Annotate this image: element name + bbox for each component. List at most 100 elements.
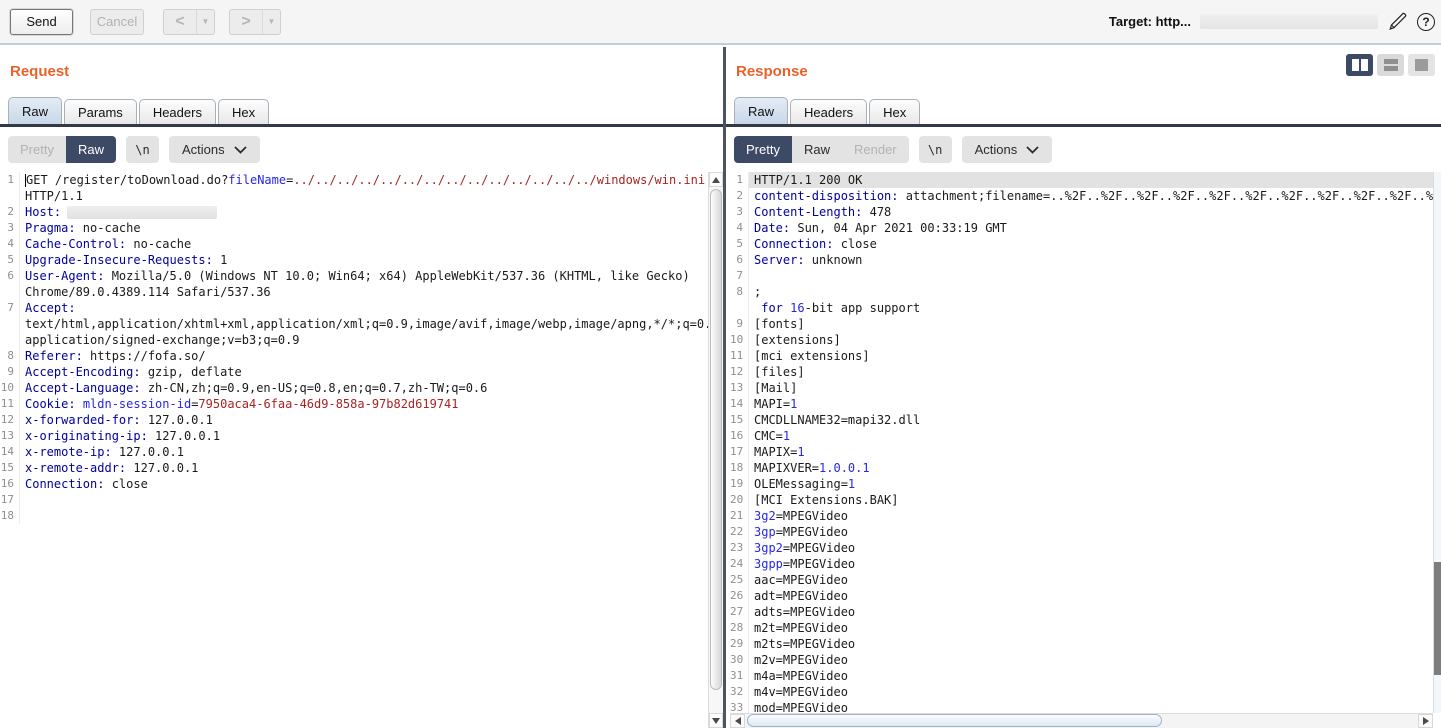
response-editor[interactable]: 1HTTP/1.1 200 OK2content-disposition: at…	[730, 172, 1433, 713]
response-actions-label: Actions	[975, 142, 1018, 157]
request-title: Request	[10, 63, 69, 80]
request-editor-area: 1GET /register/toDownload.do?fileName=..…	[0, 172, 723, 728]
response-newline-toggle[interactable]: \n	[919, 136, 952, 163]
send-button[interactable]: Send	[10, 9, 73, 35]
code-line: 17	[0, 492, 708, 508]
single-view-button[interactable]	[1408, 54, 1435, 76]
line-number: 13	[730, 380, 749, 396]
code-line: 33mod=MPEGVideo	[730, 700, 1433, 713]
request-tab-hex[interactable]: Hex	[218, 99, 269, 124]
code-line: 1GET /register/toDownload.do?fileName=..…	[0, 172, 708, 188]
response-horizontal-scrollbar[interactable]	[730, 713, 1433, 728]
line-number: 23	[730, 540, 749, 556]
line-number: 33	[730, 700, 749, 713]
scroll-left-button[interactable]	[730, 714, 745, 728]
code-line: 213g2=MPEGVideo	[730, 508, 1433, 524]
arrow-up-icon	[712, 177, 720, 183]
code-line: 8;	[730, 284, 1433, 300]
line-number: 13	[0, 428, 20, 444]
line-number: 17	[730, 444, 749, 460]
back-dropdown-icon[interactable]: ▼	[197, 10, 214, 34]
code-line: 10[extensions]	[730, 332, 1433, 348]
response-render-button[interactable]: Render	[842, 136, 909, 163]
request-tab-params[interactable]: Params	[64, 99, 137, 124]
response-actions-button[interactable]: Actions	[962, 136, 1053, 163]
scroll-up-button[interactable]	[709, 172, 723, 187]
line-number: 7	[730, 268, 749, 284]
code-line: 4Date: Sun, 04 Apr 2021 00:33:19 GMT	[730, 220, 1433, 236]
response-tab-hex[interactable]: Hex	[869, 99, 920, 124]
code-line: 14x-remote-ip: 127.0.0.1	[0, 444, 708, 460]
request-tab-headers[interactable]: Headers	[139, 99, 216, 124]
code-line: 14MAPI=1	[730, 396, 1433, 412]
request-scroll-thumb[interactable]	[710, 189, 722, 690]
response-vertical-scrollbar[interactable]	[1433, 172, 1441, 713]
request-vertical-scrollbar[interactable]	[708, 172, 723, 728]
request-actions-button[interactable]: Actions	[169, 136, 260, 163]
line-number: 4	[0, 236, 20, 252]
response-tab-raw[interactable]: Raw	[734, 97, 788, 124]
line-number	[0, 316, 20, 332]
response-tab-headers[interactable]: Headers	[790, 99, 867, 124]
request-editor[interactable]: 1GET /register/toDownload.do?fileName=..…	[0, 172, 708, 728]
columns-view-button[interactable]	[1346, 54, 1373, 76]
code-line: 17MAPIX=1	[730, 444, 1433, 460]
code-line: 5Connection: close	[730, 236, 1433, 252]
help-icon: ?	[1417, 13, 1435, 31]
line-number: 11	[0, 396, 20, 412]
line-number: 22	[730, 524, 749, 540]
code-line: 9Accept-Encoding: gzip, deflate	[0, 364, 708, 380]
request-pretty-button[interactable]: Pretty	[8, 136, 66, 163]
layout-view-buttons	[1346, 54, 1435, 76]
line-number: 29	[730, 636, 749, 652]
scroll-right-button[interactable]	[1418, 714, 1433, 728]
line-number: 7	[0, 300, 20, 316]
line-number: 1	[730, 172, 749, 188]
line-number	[0, 284, 20, 300]
code-line: 18MAPIXVER=1.0.0.1	[730, 460, 1433, 476]
help-button[interactable]: ?	[1417, 13, 1435, 31]
code-line: 6User-Agent: Mozilla/5.0 (Windows NT 10.…	[0, 268, 708, 284]
stacked-view-button[interactable]	[1377, 54, 1404, 76]
code-line: 29m2ts=MPEGVideo	[730, 636, 1433, 652]
line-number: 2	[0, 204, 20, 220]
request-raw-button[interactable]: Raw	[66, 136, 116, 163]
line-number: 1	[0, 172, 20, 188]
back-button[interactable]: < ▼	[163, 9, 215, 35]
line-number: 16	[730, 428, 749, 444]
code-line: 10Accept-Language: zh-CN,zh;q=0.9,en-US;…	[0, 380, 708, 396]
line-number: 11	[730, 348, 749, 364]
response-scroll-thumb[interactable]	[1434, 562, 1441, 676]
line-number: 8	[0, 348, 20, 364]
request-newline-toggle[interactable]: \n	[126, 136, 159, 163]
cancel-button[interactable]: Cancel	[90, 9, 144, 35]
forward-dropdown-icon[interactable]: ▼	[263, 10, 280, 34]
response-pretty-button[interactable]: Pretty	[734, 136, 792, 163]
line-number: 8	[730, 284, 749, 300]
code-line: 16CMC=1	[730, 428, 1433, 444]
code-line: 223gp=MPEGVideo	[730, 524, 1433, 540]
code-line: 11Cookie: mldn-session-id=7950aca4-6faa-…	[0, 396, 708, 412]
line-number: 28	[730, 620, 749, 636]
response-tabline	[726, 124, 1441, 127]
edit-target-button[interactable]	[1387, 11, 1408, 32]
line-number: 26	[730, 588, 749, 604]
scroll-down-button[interactable]	[709, 713, 723, 728]
code-line: 243gpp=MPEGVideo	[730, 556, 1433, 572]
line-number: 32	[730, 684, 749, 700]
line-number: 16	[0, 476, 20, 492]
response-mode-group: Pretty Raw Render	[734, 136, 909, 163]
request-tab-raw[interactable]: Raw	[8, 97, 62, 124]
forward-button[interactable]: > ▼	[229, 9, 281, 35]
code-line: 4Cache-Control: no-cache	[0, 236, 708, 252]
request-subtoolbar: Pretty Raw \n Actions	[8, 136, 260, 163]
line-number: 10	[730, 332, 749, 348]
response-hscroll-thumb[interactable]	[747, 714, 1162, 727]
pencil-icon	[1387, 11, 1408, 32]
response-raw-button[interactable]: Raw	[792, 136, 842, 163]
response-panel: Response Raw Headers Hex Pretty Raw Rend…	[726, 47, 1441, 728]
code-line: 7	[730, 268, 1433, 284]
code-line: 7Accept:	[0, 300, 708, 316]
arrow-down-icon	[712, 718, 720, 724]
line-number: 9	[0, 364, 20, 380]
